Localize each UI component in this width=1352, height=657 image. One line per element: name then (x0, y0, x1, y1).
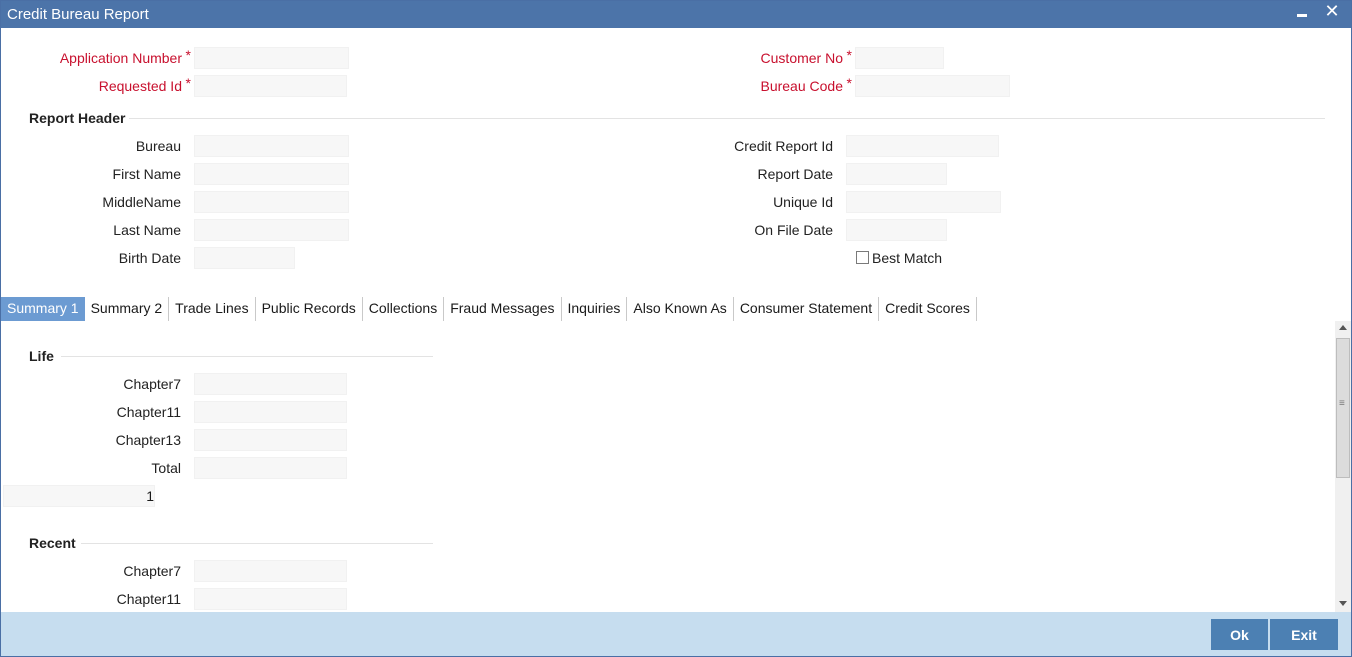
life-chapter13-input[interactable] (194, 429, 347, 451)
close-icon[interactable]: ✕ (1322, 1, 1342, 23)
tab-inquiries[interactable]: Inquiries (562, 297, 628, 321)
report-date-input[interactable] (846, 163, 947, 185)
tab-also-known-as[interactable]: Also Known As (627, 297, 734, 321)
recent-chapter11-input[interactable] (194, 588, 347, 610)
recent-chapter11-label: Chapter11 (116, 591, 181, 607)
tab-collections[interactable]: Collections (363, 297, 445, 321)
life-chapter7-input[interactable] (194, 373, 347, 395)
recent-section-divider (81, 543, 433, 544)
scrollbar-thumb[interactable] (1336, 338, 1350, 478)
credit-bureau-report-window: Credit Bureau Report ✕ Application Numbe… (0, 0, 1352, 657)
report-header-divider (129, 118, 1325, 119)
last-name-input[interactable] (194, 219, 349, 241)
life-count-field[interactable]: 1 (3, 485, 155, 507)
best-match-checkbox[interactable] (856, 251, 869, 264)
recent-chapter7-input[interactable] (194, 560, 347, 582)
unique-id-label: Unique Id (773, 194, 833, 210)
on-file-date-label: On File Date (754, 222, 833, 238)
ok-button[interactable]: Ok (1211, 619, 1268, 650)
exit-button[interactable]: Exit (1270, 619, 1338, 650)
life-total-label: Total (151, 460, 181, 476)
tab-fraud-messages[interactable]: Fraud Messages (444, 297, 562, 321)
middle-name-label: MiddleName (102, 194, 181, 210)
first-name-label: First Name (112, 166, 181, 182)
life-chapter11-input[interactable] (194, 401, 347, 423)
middle-name-input[interactable] (194, 191, 349, 213)
scroll-down-icon[interactable] (1339, 601, 1347, 606)
recent-section-title: Recent (29, 535, 76, 551)
life-chapter11-label: Chapter11 (116, 404, 181, 420)
tab-credit-scores[interactable]: Credit Scores (879, 297, 977, 321)
birth-date-label: Birth Date (118, 250, 181, 266)
on-file-date-input[interactable] (846, 219, 947, 241)
title-bar: Credit Bureau Report ✕ (1, 1, 1351, 28)
best-match-label: Best Match (872, 250, 943, 266)
credit-report-id-input[interactable] (846, 135, 999, 157)
credit-report-id-label: Credit Report Id (734, 138, 833, 154)
life-total-input[interactable] (194, 457, 347, 479)
life-chapter7-label: Chapter7 (123, 376, 181, 392)
bureau-label: Bureau (135, 138, 181, 154)
birth-date-input[interactable] (194, 247, 295, 269)
life-chapter13-label: Chapter13 (115, 432, 181, 448)
recent-chapter7-label: Chapter7 (123, 563, 181, 579)
report-date-label: Report Date (757, 166, 833, 182)
bureau-code-label: Bureau Code * (760, 75, 852, 94)
tab-public-records[interactable]: Public Records (256, 297, 363, 321)
tab-summary-2[interactable]: Summary 2 (85, 297, 170, 321)
requested-id-input[interactable] (194, 75, 347, 97)
report-header-title: Report Header (29, 110, 126, 126)
tab-trade-lines[interactable]: Trade Lines (169, 297, 256, 321)
application-number-label: Application Number * (59, 47, 191, 66)
vertical-scrollbar[interactable] (1335, 321, 1351, 612)
tab-consumer-statement[interactable]: Consumer Statement (734, 297, 880, 321)
scroll-up-icon[interactable] (1339, 325, 1347, 330)
footer-bar: Ok Exit (1, 612, 1351, 656)
application-number-input[interactable] (194, 47, 349, 69)
unique-id-input[interactable] (846, 191, 1001, 213)
customer-no-label: Customer No * (760, 47, 852, 66)
customer-no-input[interactable] (855, 47, 944, 69)
tab-summary-1[interactable]: Summary 1 (1, 297, 85, 321)
window-title: Credit Bureau Report (7, 6, 149, 23)
bureau-input[interactable] (194, 135, 349, 157)
bureau-code-input[interactable] (855, 75, 1010, 97)
life-section-title: Life (29, 348, 54, 364)
first-name-input[interactable] (194, 163, 349, 185)
last-name-label: Last Name (113, 222, 181, 238)
life-section-divider (61, 356, 433, 357)
requested-id-label: Requested Id * (98, 75, 191, 94)
minimize-icon[interactable] (1294, 3, 1312, 23)
tab-bar: Summary 1 Summary 2 Trade Lines Public R… (1, 297, 977, 321)
